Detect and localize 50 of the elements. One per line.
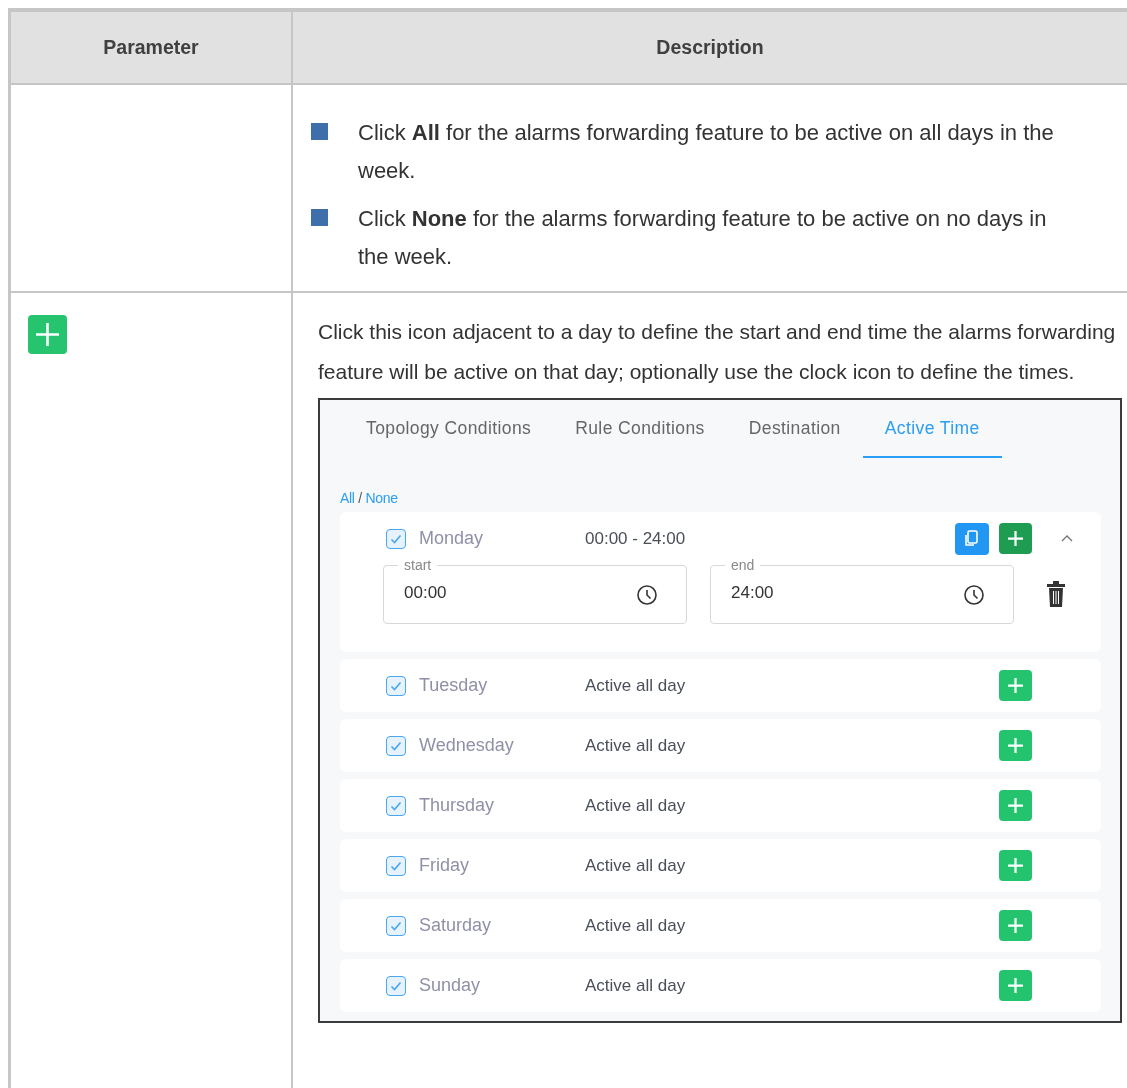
add-button[interactable]	[999, 523, 1032, 554]
time-summary: Active all day	[585, 735, 687, 756]
checkbox[interactable]	[386, 528, 406, 549]
bullet-text: Click None for the alarms forwarding feature to be active on no days in the week.	[358, 205, 1048, 271]
day-name: Friday	[419, 855, 470, 876]
tab[interactable]: Rule Conditions	[553, 400, 727, 458]
copy-icon	[964, 529, 980, 548]
time-summary: Active all day	[585, 975, 687, 996]
checkbox[interactable]	[386, 855, 406, 876]
clock-icon[interactable]	[636, 583, 658, 606]
add-button[interactable]	[999, 730, 1032, 761]
checkbox[interactable]	[386, 675, 406, 696]
checkbox[interactable]	[386, 975, 406, 996]
time-summary: 00:00 - 24:00	[585, 528, 687, 549]
day-name: Sunday	[419, 975, 482, 996]
description-text: Click this icon adjacent to a day to define the start and end time the alarms forwarding feature will be active on that day; optionally use the clock icon to define the times.	[318, 319, 1117, 385]
copy-button[interactable]	[955, 522, 989, 555]
add-button[interactable]	[999, 850, 1032, 881]
day-name: Monday	[419, 528, 485, 549]
tab[interactable]: Destination	[726, 400, 863, 458]
trash-icon[interactable]	[1046, 581, 1066, 608]
day-name: Tuesday	[419, 675, 489, 696]
bullet-icon	[311, 209, 328, 226]
select-none-link[interactable]: None	[365, 490, 398, 506]
tab[interactable]: Topology Conditions	[344, 400, 554, 458]
field-label: start	[398, 557, 438, 573]
add-button[interactable]	[999, 970, 1032, 1001]
bullet-text: Click All for the alarms forwarding feature to be active on all days in the week.	[358, 119, 1055, 185]
add-button[interactable]	[999, 670, 1032, 701]
checkbox[interactable]	[386, 795, 406, 816]
bullet-icon	[311, 123, 328, 140]
column-header: Parameter	[11, 12, 293, 85]
day-name: Saturday	[419, 915, 493, 936]
link-separator: /	[358, 490, 362, 506]
checkbox[interactable]	[386, 735, 406, 756]
add-button[interactable]	[999, 790, 1032, 821]
column-header: Description	[293, 12, 1127, 85]
checkbox[interactable]	[386, 915, 406, 936]
time-summary: Active all day	[585, 675, 687, 696]
clock-icon[interactable]	[963, 583, 985, 606]
time-summary: Active all day	[585, 915, 687, 936]
tab[interactable]: Active Time	[862, 400, 1002, 458]
day-name: Thursday	[419, 795, 496, 816]
day-name: Wednesday	[419, 735, 515, 756]
add-icon	[28, 315, 67, 354]
field-label: end	[725, 557, 761, 573]
collapse-caret-icon[interactable]	[1059, 534, 1074, 543]
time-summary: Active all day	[585, 855, 687, 876]
add-button[interactable]	[999, 910, 1032, 941]
time-summary: Active all day	[585, 795, 687, 816]
